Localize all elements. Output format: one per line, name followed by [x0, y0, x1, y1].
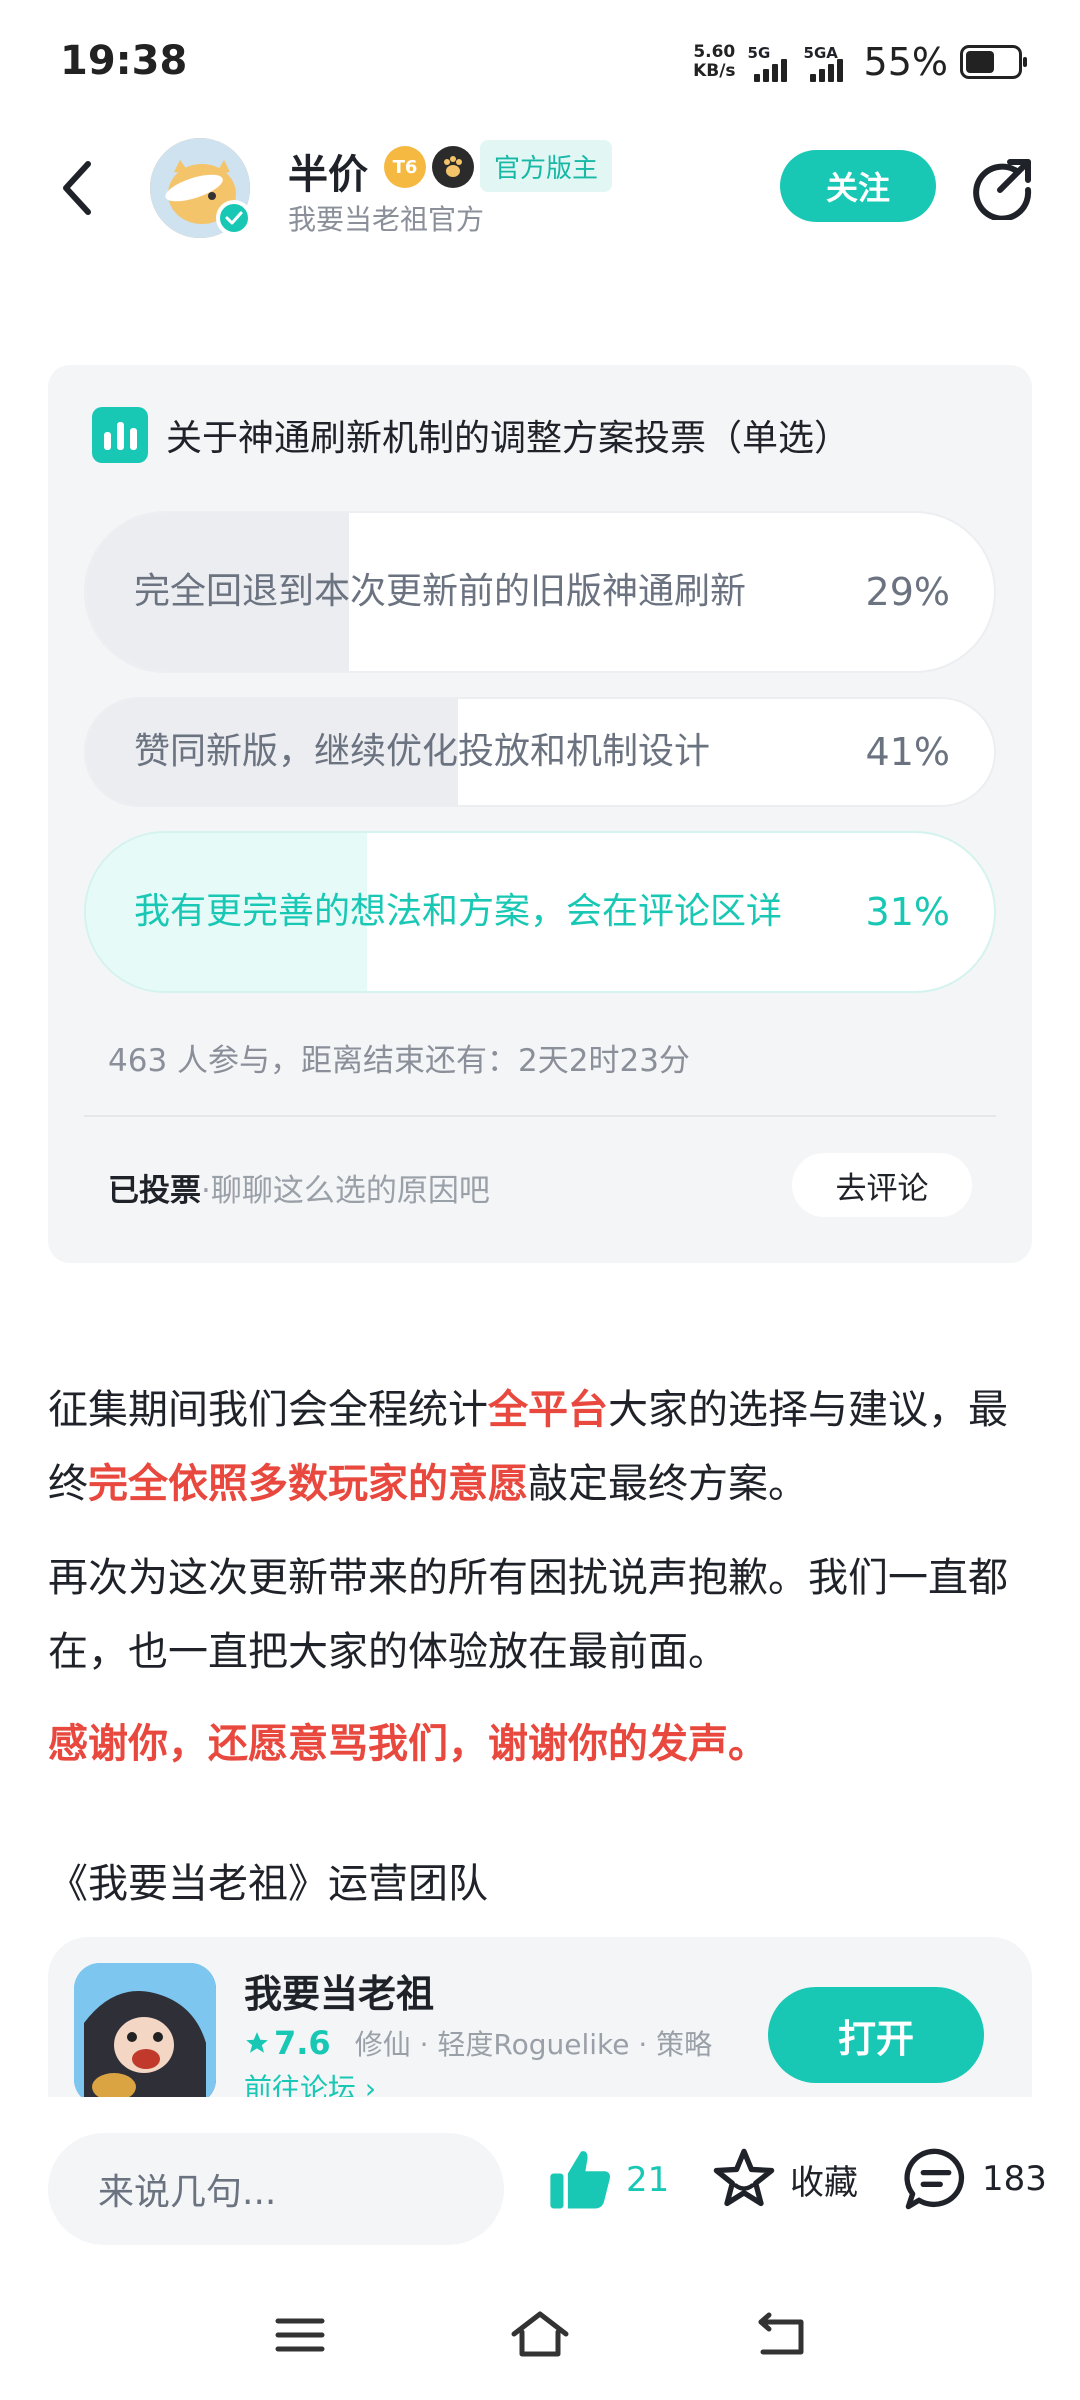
game-card[interactable]: 我要当老祖 7.6 修仙 · 轻度Roguelike · 策略 前往论坛 › 打… [48, 1937, 1032, 2097]
game-meta: 7.6 修仙 · 轻度Roguelike · 策略 [244, 2023, 712, 2063]
poll-option-1-label: 完全回退到本次更新前的旧版神通刷新 [134, 571, 747, 612]
comment-input[interactable]: 来说几句... [48, 2133, 504, 2245]
poll-option-2[interactable]: 赞同新版，继续优化投放和机制设计 41% [84, 697, 996, 807]
network-speed: 5.60 KB/s [693, 43, 735, 81]
p1-highlight-1: 全平台 [488, 1387, 608, 1433]
rating-star-icon [246, 2032, 268, 2053]
moderator-badge: 官方版主 [480, 140, 613, 192]
voted-label: 已投票 [108, 1173, 201, 1209]
p1-highlight-2: 完全依照多数玩家的意愿 [88, 1461, 528, 1507]
sim2-label: 5GA [803, 44, 838, 62]
comment-bubble-icon [904, 2148, 965, 2210]
thumbs-up-icon [550, 2151, 610, 2209]
game-tags: 修仙 · 轻度Roguelike · 策略 [354, 2028, 713, 2061]
favorite-button[interactable]: 收藏 [710, 2145, 858, 2213]
status-time: 19:38 [60, 38, 188, 84]
article-paragraph-3: 感谢你，还愿意骂我们，谢谢你的发声。 [48, 1721, 768, 1767]
back-nav-icon [758, 2312, 804, 2355]
author-name[interactable]: 半价 [288, 142, 368, 200]
recent-apps-button[interactable] [265, 2307, 335, 2363]
post-header: 半价 T6 官方版主 我要当老祖官方 关注 [0, 130, 1080, 250]
network-speed-unit: KB/s [693, 61, 736, 81]
poll-option-3[interactable]: 我有更完善的想法和方案，会在评论区详 31% [84, 831, 996, 993]
article-paragraph-2: 再次为这次更新带来的所有困扰说声抱歉。我们一直都在，也一直把大家的体验放在最前面… [48, 1555, 1008, 1675]
poll-card: 关于神通刷新机制的调整方案投票（单选） 完全回退到本次更新前的旧版神通刷新 29… [48, 365, 1032, 1263]
status-indicators: 5.60 KB/s 5G 5GA 55% [693, 40, 1027, 84]
game-icon [74, 1963, 216, 2097]
p1-text-a: 征集期间我们会全程统计 [48, 1387, 488, 1433]
poll-title-row: 关于神通刷新机制的调整方案投票（单选） [92, 407, 850, 463]
game-rating: 7.6 [244, 2024, 331, 2062]
network-speed-value: 5.60 [693, 42, 736, 62]
comment-count: 183 [982, 2159, 1047, 2199]
system-nav-bar [0, 2267, 1080, 2400]
status-bar: 19:38 5.60 KB/s 5G 5GA 55% [0, 0, 1080, 130]
follow-button[interactable]: 关注 [780, 150, 936, 222]
share-button[interactable] [970, 154, 1036, 222]
poll-option-3-label: 我有更完善的想法和方案，会在评论区详 [134, 891, 783, 932]
poll-option-2-percent: 41% [865, 730, 950, 774]
article-signature: 《我要当老祖》运营团队 [48, 1861, 488, 1907]
poll-participants: 463 人参与，距离结束还有：2天2时23分 [108, 1043, 690, 1079]
battery-icon [960, 45, 1027, 79]
article-paragraph-1: 征集期间我们会全程统计全平台大家的选择与建议，最终完全依照多数玩家的意愿敲定最终… [48, 1373, 1038, 1521]
forum-link-label: 前往论坛 [244, 2072, 357, 2097]
like-count: 21 [626, 2160, 670, 2200]
poll-title: 关于神通刷新机制的调整方案投票（单选） [166, 418, 851, 459]
back-nav-button[interactable] [745, 2307, 815, 2363]
forum-link[interactable]: 前往论坛 › [244, 2067, 376, 2097]
sim1-label: 5G [747, 44, 771, 62]
battery-percent: 55% [863, 40, 948, 84]
poll-option-2-label: 赞同新版，继续优化投放和机制设计 [134, 731, 711, 772]
voted-status: 已投票·聊聊这么选的原因吧 [108, 1165, 490, 1210]
back-button[interactable] [48, 158, 108, 218]
verified-icon [216, 200, 252, 236]
level-badge: T6 [384, 146, 426, 188]
comments-button[interactable]: 183 [902, 2145, 1047, 2213]
home-icon [511, 2311, 569, 2357]
p1-text-e: 敲定最终方案。 [528, 1461, 808, 1507]
star-icon [713, 2148, 775, 2207]
back-arrow-icon [63, 161, 91, 215]
signal-5g-icon: 5G [748, 42, 792, 82]
home-button[interactable] [505, 2307, 575, 2363]
poll-option-1[interactable]: 完全回退到本次更新前的旧版神通刷新 29% [84, 511, 996, 673]
like-button[interactable]: 21 [546, 2145, 669, 2215]
poll-option-3-percent: 31% [865, 890, 950, 934]
favorite-label: 收藏 [790, 2162, 858, 2203]
chevron-right-icon: › [364, 2072, 377, 2097]
go-comment-button[interactable]: 去评论 [792, 1153, 972, 1217]
divider [84, 1115, 996, 1117]
voted-hint: ·聊聊这么选的原因吧 [201, 1173, 490, 1209]
game-name: 我要当老祖 [244, 1972, 435, 2016]
share-icon [973, 159, 1032, 222]
poll-option-1-percent: 29% [865, 570, 950, 614]
open-game-button[interactable]: 打开 [768, 1987, 984, 2083]
game-rating-value: 7.6 [274, 2024, 331, 2062]
menu-icon [275, 2318, 325, 2352]
author-subtitle: 我要当老祖官方 [288, 203, 485, 236]
paw-badge-icon [432, 146, 474, 188]
signal-5ga-icon: 5GA [804, 42, 852, 82]
bottom-action-bar: 来说几句... 21 收藏 183 [0, 2097, 1080, 2267]
poll-chart-icon [92, 407, 148, 463]
